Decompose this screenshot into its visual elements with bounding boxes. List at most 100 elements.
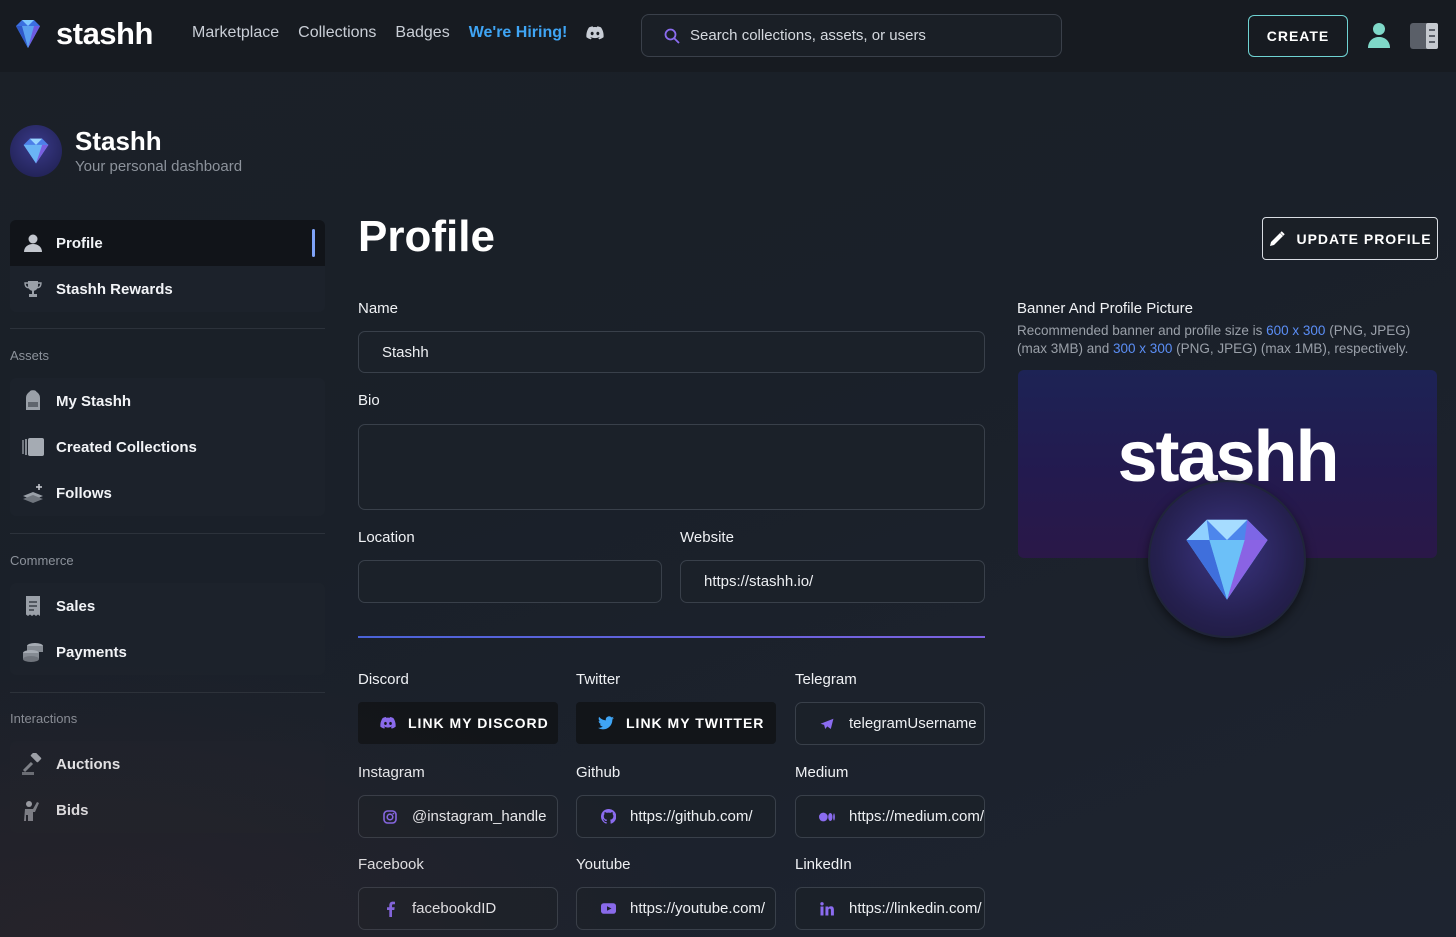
search-placeholder: Search collections, assets, or users — [690, 27, 926, 44]
sidebar-item-bids[interactable]: Bids — [10, 787, 325, 833]
sidebar-item-auctions[interactable]: Auctions — [10, 741, 325, 787]
update-profile-button[interactable]: UPDATE PROFILE — [1262, 217, 1438, 260]
github-label: Github — [576, 764, 621, 781]
link-discord-label: LINK MY DISCORD — [408, 715, 549, 731]
nav-links: Marketplace Collections Badges We're Hir… — [192, 24, 604, 42]
medium-label: Medium — [795, 764, 849, 781]
trophy-icon — [22, 278, 44, 300]
linkedin-label: LinkedIn — [795, 856, 852, 873]
sidebar-group-top: Profile Stashh Rewards — [10, 220, 325, 312]
facebook-field[interactable]: facebookdID — [358, 887, 558, 930]
dashboard-avatar — [10, 125, 62, 177]
sidebar-item-label: Follows — [56, 484, 112, 502]
sidebar-divider — [10, 533, 325, 534]
sidebar-item-my-stashh[interactable]: My Stashh — [10, 378, 325, 424]
facebook-icon — [382, 901, 398, 917]
youtube-placeholder: https://youtube.com/ — [630, 900, 766, 917]
sidebar-section-assets: Assets — [10, 348, 50, 363]
medium-field[interactable]: https://medium.com/ — [795, 795, 985, 838]
link-twitter-label: LINK MY TWITTER — [626, 715, 765, 731]
facebook-label: Facebook — [358, 856, 424, 873]
nav-link-collections[interactable]: Collections — [298, 24, 376, 42]
create-button[interactable]: CREATE — [1248, 15, 1348, 57]
link-twitter-button[interactable]: LINK MY TWITTER — [576, 702, 776, 744]
website-label: Website — [680, 529, 734, 546]
sidebar-item-label: Payments — [56, 643, 127, 661]
sidebar-divider — [10, 328, 325, 329]
sidebar-item-follows[interactable]: Follows — [10, 470, 325, 516]
linkedin-icon — [819, 901, 835, 916]
sidebar-item-label: Bids — [56, 801, 89, 819]
banner-section-title: Banner And Profile Picture — [1017, 300, 1193, 317]
instagram-placeholder: @instagram_handle — [412, 808, 547, 825]
sidebar-group-assets: My Stashh Created Collections Follows — [10, 378, 325, 516]
profile-size: 300 x 300 — [1113, 341, 1173, 356]
name-value: Stashh — [382, 343, 429, 361]
website-field[interactable]: https://stashh.io/ — [680, 560, 985, 603]
discord-icon — [380, 717, 396, 729]
nav-link-badges[interactable]: Badges — [395, 24, 449, 42]
banner-section-description: Recommended banner and profile size is 6… — [1017, 322, 1437, 358]
receipt-icon — [22, 595, 44, 617]
nav-link-hiring[interactable]: We're Hiring! — [469, 24, 568, 42]
medium-placeholder: https://medium.com/ — [849, 808, 985, 825]
diamond-profile-icon — [1186, 519, 1268, 600]
profile-picture-upload[interactable] — [1148, 480, 1306, 638]
sidebar-item-profile[interactable]: Profile — [10, 220, 325, 266]
name-field[interactable]: Stashh — [358, 331, 985, 373]
youtube-icon — [600, 903, 616, 914]
panel-toggle-icon[interactable] — [1409, 22, 1439, 55]
name-label: Name — [358, 300, 399, 317]
sidebar-group-interactions: Auctions Bids — [10, 741, 325, 833]
telegram-field[interactable]: telegramUsername — [795, 702, 985, 745]
pencil-icon — [1270, 230, 1286, 246]
telegram-placeholder: telegramUsername — [849, 715, 977, 732]
banner-desc-text: Recommended banner and profile size is — [1017, 323, 1267, 338]
nav-link-marketplace[interactable]: Marketplace — [192, 24, 279, 42]
top-navigation-bar: stashh Marketplace Collections Badges We… — [0, 0, 1456, 72]
sidebar-item-payments[interactable]: Payments — [10, 629, 325, 675]
linkedin-field[interactable]: https://linkedin.com/ — [795, 887, 985, 930]
sidebar-item-label: My Stashh — [56, 392, 132, 410]
sidebar-item-label: Auctions — [56, 755, 121, 773]
location-field[interactable] — [358, 560, 662, 603]
backpack-icon — [22, 390, 44, 412]
brand-logo[interactable]: stashh — [10, 16, 153, 52]
sidebar-item-label: Created Collections — [56, 438, 197, 456]
hand-raise-icon — [22, 799, 44, 821]
instagram-field[interactable]: @instagram_handle — [358, 795, 558, 838]
page-title: Profile — [358, 212, 495, 261]
discord-icon[interactable] — [586, 26, 604, 40]
link-discord-button[interactable]: LINK MY DISCORD — [358, 702, 558, 744]
youtube-field[interactable]: https://youtube.com/ — [576, 887, 776, 930]
medium-icon — [819, 812, 835, 822]
user-account-icon[interactable] — [1366, 21, 1392, 54]
update-profile-label: UPDATE PROFILE — [1296, 230, 1432, 247]
sidebar-group-commerce: Sales Payments — [10, 583, 325, 675]
collection-icon — [22, 436, 44, 458]
github-field[interactable]: https://github.com/ — [576, 795, 776, 838]
sidebar-item-stashh-rewards[interactable]: Stashh Rewards — [10, 266, 325, 312]
bio-field[interactable] — [358, 424, 985, 510]
sidebar-divider — [10, 692, 325, 693]
sidebar-item-sales[interactable]: Sales — [10, 583, 325, 629]
gavel-icon — [22, 753, 44, 775]
telegram-icon — [819, 718, 835, 730]
sidebar-section-commerce: Commerce — [10, 553, 74, 568]
section-divider — [358, 636, 985, 638]
sidebar-item-label: Stashh Rewards — [56, 280, 173, 298]
person-icon — [22, 232, 44, 254]
discord-label: Discord — [358, 671, 409, 688]
youtube-label: Youtube — [576, 856, 631, 873]
diamond-logo-icon — [16, 20, 40, 48]
sidebar-item-created-collections[interactable]: Created Collections — [10, 424, 325, 470]
sidebar-section-interactions: Interactions — [10, 711, 78, 726]
sidebar-item-label: Sales — [56, 597, 96, 615]
facebook-placeholder: facebookdID — [412, 900, 497, 917]
instagram-icon — [382, 809, 398, 824]
stack-plus-icon — [22, 482, 44, 504]
linkedin-placeholder: https://linkedin.com/ — [849, 900, 982, 917]
twitter-label: Twitter — [576, 671, 621, 688]
search-input[interactable]: Search collections, assets, or users — [641, 14, 1062, 57]
location-label: Location — [358, 529, 415, 546]
